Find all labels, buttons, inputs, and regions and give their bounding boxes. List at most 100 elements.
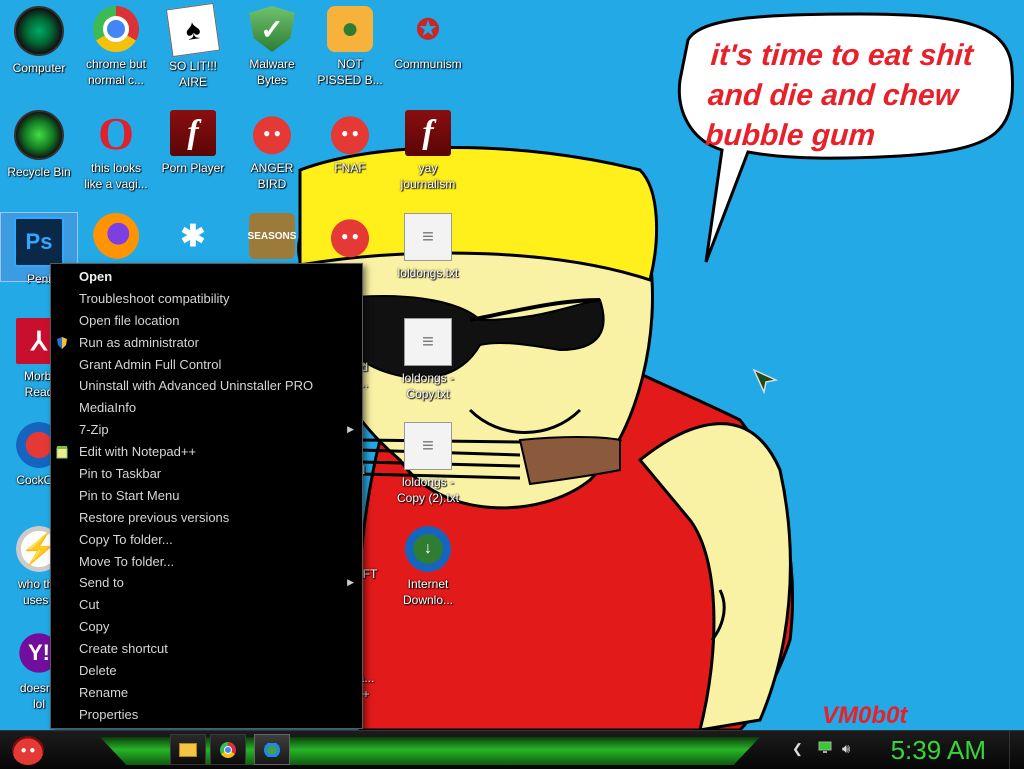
- menu-item-copy-to-folder[interactable]: Copy To folder...: [51, 529, 362, 551]
- icon-label: NOT PISSED B...: [317, 57, 383, 87]
- angry-birds-icon: ● ●: [249, 110, 295, 156]
- icon-label: chrome but normal c...: [85, 57, 147, 87]
- menu-item-label: Uninstall with Advanced Uninstaller PRO: [79, 378, 314, 394]
- desktop-icon-firefox[interactable]: [78, 213, 154, 259]
- desktop-icon-spider-solitaire[interactable]: ✱: [155, 213, 231, 259]
- desktop-icon-angry-birds-seasons[interactable]: SEASONS: [234, 213, 310, 259]
- menu-item-uninstall-advanced-uninstaller[interactable]: Uninstall with Advanced Uninstaller PRO: [51, 375, 362, 397]
- taskbar-internet-download-manager[interactable]: [254, 734, 290, 765]
- idm-icon: ↓: [405, 526, 451, 572]
- communism-icon: ✪: [416, 13, 440, 45]
- desktop-icon-loldongs-copy[interactable]: ≡ loldongs - Copy.txt: [390, 318, 466, 402]
- menu-item-properties[interactable]: Properties: [51, 704, 362, 726]
- desktop-icon-chrome[interactable]: chrome but normal c...: [78, 6, 154, 88]
- spider-solitaire-icon: ✱: [180, 219, 206, 253]
- desktop-icon-opera[interactable]: O this looks like a vagi...: [78, 107, 154, 192]
- speech-bubble-text: it's time to eat shit and die and chew b…: [704, 36, 1002, 156]
- angry-birds-seasons-icon: SEASONS: [248, 213, 296, 259]
- menu-item-pin-to-start-menu[interactable]: Pin to Start Menu: [51, 485, 362, 507]
- show-hidden-icons-icon[interactable]: ❮: [792, 741, 803, 757]
- menu-item-delete[interactable]: Delete: [51, 660, 362, 682]
- submenu-arrow-icon: ▶: [347, 424, 354, 435]
- taskbar-clock[interactable]: 5:39 AM: [891, 734, 986, 766]
- menu-item-copy[interactable]: Copy: [51, 616, 362, 638]
- desktop-icon-recycle-bin[interactable]: Recycle Bin: [1, 110, 77, 180]
- menu-item-troubleshoot-compatibility[interactable]: Troubleshoot compatibility: [51, 288, 362, 310]
- show-desktop-button[interactable]: [1009, 731, 1024, 769]
- speech-line: it's time to eat shit: [709, 39, 975, 72]
- menu-item-open-file-location[interactable]: Open file location: [51, 310, 362, 332]
- icon-label: this looks like a vagi...: [84, 161, 148, 191]
- desktop-icon-loldongs-copy-2[interactable]: ≡ loldongs - Copy (2).txt: [390, 422, 466, 506]
- internet-download-manager-icon: [263, 742, 281, 757]
- menu-item-create-shortcut[interactable]: Create shortcut: [51, 638, 362, 660]
- mouse-cursor-icon: [752, 368, 778, 394]
- menu-item-move-to-folder[interactable]: Move To folder...: [51, 551, 362, 573]
- icon-label: SO LIT!!! AIRE: [168, 59, 217, 89]
- desktop-icon-yay-journalism[interactable]: f yay journalism: [390, 110, 466, 192]
- menu-item-restore-previous-versions[interactable]: Restore previous versions: [51, 507, 362, 529]
- desktop-icon-solitaire[interactable]: ♠ SO LIT!!! AIRE: [155, 2, 231, 90]
- menu-item-edit-with-notepad-plus-plus[interactable]: Edit with Notepad++: [51, 441, 362, 463]
- menu-item-label: Copy: [79, 619, 110, 635]
- menu-item-label: Send to: [79, 575, 124, 591]
- menu-item-label: 7-Zip: [79, 422, 109, 438]
- desktop-icon-fnaf[interactable]: ● ● FNAF: [312, 110, 388, 176]
- desktop-icon-anger-bird[interactable]: ● ● ANGER BIRD: [234, 110, 310, 192]
- desktop-icon-loldongs[interactable]: ≡ loldongs.txt: [390, 213, 466, 281]
- menu-item-label: Rename: [79, 684, 129, 700]
- speech-line: and die and chew: [706, 79, 960, 112]
- menu-item-7zip[interactable]: 7-Zip ▶: [51, 419, 362, 441]
- context-menu: Open Troubleshoot compatibility Open fil…: [50, 263, 363, 729]
- text-file-icon: ≡: [404, 318, 452, 366]
- menu-item-run-as-administrator[interactable]: Run as administrator: [51, 332, 362, 354]
- volume-icon[interactable]: 🔊︎: [842, 741, 850, 757]
- computer-icon: [14, 6, 64, 56]
- taskbar-file-explorer[interactable]: [170, 734, 206, 765]
- file-explorer-icon: [179, 742, 197, 757]
- desktop-icon-bad-piggies[interactable]: ● NOT PISSED B...: [312, 6, 388, 88]
- chrome-icon: [220, 741, 236, 758]
- menu-item-label: Cut: [79, 597, 100, 613]
- icon-label: FNAF: [334, 161, 366, 175]
- menu-item-label: Open: [79, 269, 113, 284]
- desktop-icon-internet-download-manager[interactable]: ↓ Internet Downlo...: [390, 526, 466, 608]
- speech-line: bubble gum: [704, 119, 877, 152]
- menu-item-label: Create shortcut: [79, 641, 168, 657]
- text-file-icon: ≡: [404, 213, 452, 261]
- network-icon[interactable]: [818, 741, 832, 757]
- icon-label: Computer: [12, 61, 66, 75]
- wallpaper-signature: VM0b0t: [822, 702, 908, 729]
- icon-label: Porn Player: [161, 161, 225, 175]
- malwarebytes-icon: ✓: [249, 6, 295, 52]
- start-button[interactable]: ● ●: [4, 731, 52, 769]
- taskbar-chrome[interactable]: [210, 734, 246, 765]
- chrome-icon: [93, 6, 139, 52]
- solitaire-icon: ♠: [165, 2, 221, 58]
- opera-icon: O: [98, 107, 134, 159]
- desktop-icon-malwarebytes[interactable]: ✓ Malware Bytes: [234, 6, 310, 88]
- desktop-icon-porn-player[interactable]: f Porn Player: [155, 110, 231, 176]
- menu-item-label: Pin to Taskbar: [79, 466, 162, 482]
- menu-item-rename[interactable]: Rename: [51, 682, 362, 704]
- menu-item-grant-admin-full-control[interactable]: Grant Admin Full Control: [51, 354, 362, 376]
- icon-label: loldongs.txt: [397, 266, 459, 280]
- angry-birds-icon: ● ●: [12, 735, 44, 765]
- bad-piggies-icon: ●: [327, 6, 373, 52]
- menu-item-label: Delete: [79, 663, 117, 679]
- menu-item-cut[interactable]: Cut: [51, 594, 362, 616]
- desktop-icon-communism[interactable]: ✪ Communism: [390, 6, 466, 72]
- menu-item-label: Properties: [79, 706, 139, 722]
- menu-item-pin-to-taskbar[interactable]: Pin to Taskbar: [51, 463, 362, 485]
- menu-item-label: Move To folder...: [79, 553, 175, 569]
- menu-item-open[interactable]: Open: [51, 266, 362, 288]
- menu-item-send-to[interactable]: Send to ▶: [51, 572, 362, 594]
- firefox-icon: [93, 213, 139, 259]
- menu-item-label: Pin to Start Menu: [79, 487, 180, 503]
- icon-label: loldongs - Copy.txt: [401, 371, 455, 401]
- desktop-icon-angry-birds[interactable]: ● ●: [312, 213, 388, 259]
- flash-player-icon: f: [405, 110, 451, 156]
- menu-item-label: Open file location: [79, 312, 180, 328]
- menu-item-mediainfo[interactable]: MediaInfo: [51, 397, 362, 419]
- desktop-icon-computer[interactable]: Computer: [1, 6, 77, 76]
